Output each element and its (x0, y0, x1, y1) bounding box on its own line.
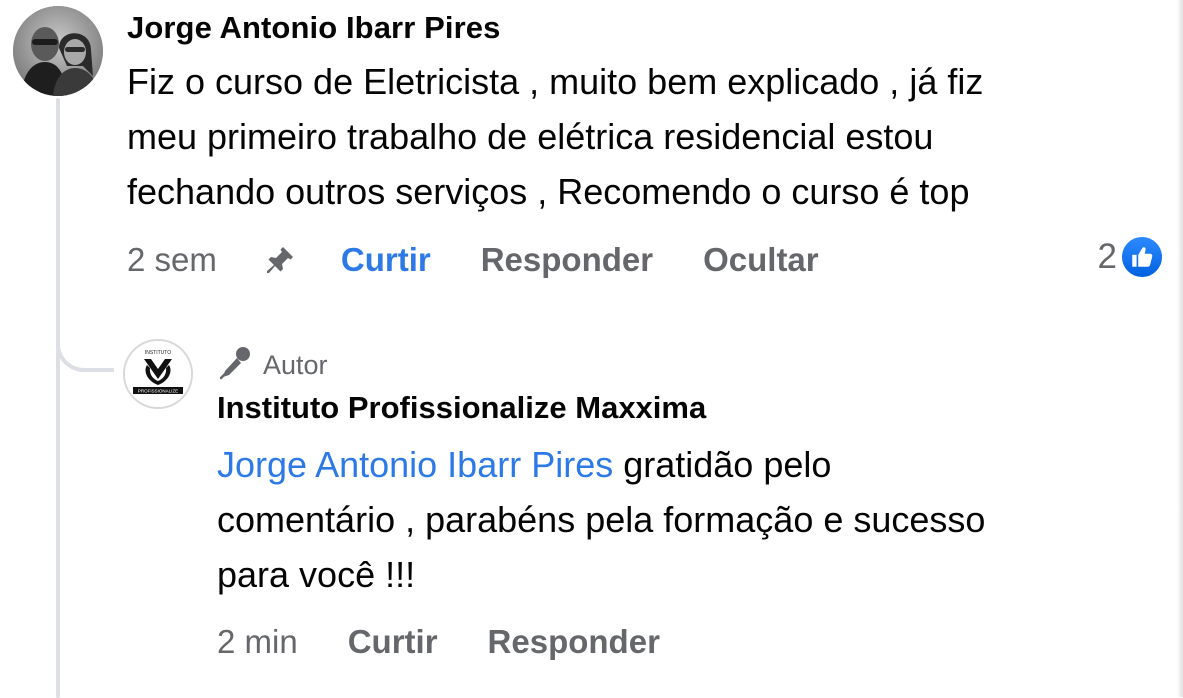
microphone-icon (217, 344, 253, 387)
svg-text:INSTITUTO: INSTITUTO (145, 350, 171, 356)
reply-text-segment: gratidão pelo (613, 444, 832, 485)
comment-author-name[interactable]: Jorge Antonio Ibarr Pires (127, 10, 500, 46)
comment-text-line: fechando outros serviços , Recomendo o c… (127, 171, 970, 212)
comment-text-line: meu primeiro trabalho de elétrica reside… (127, 116, 934, 157)
reply-text-line: Jorge Antonio Ibarr Pires gratidão pelo (217, 437, 1167, 492)
author-badge: Autor (217, 344, 328, 387)
thread-connector-line (56, 98, 60, 698)
like-button[interactable]: Curtir (348, 623, 438, 661)
avatar[interactable] (13, 6, 103, 96)
reply-actions: 2 min Curtir Responder (217, 620, 660, 664)
reply-text: Jorge Antonio Ibarr Pires gratidão pelo … (217, 437, 1167, 602)
svg-text:PROFISSIONALIZE: PROFISSIONALIZE (138, 389, 178, 394)
reply-author-name[interactable]: Instituto Profissionalize Maxxima (217, 390, 706, 426)
author-badge-label: Autor (263, 350, 328, 380)
mention-link[interactable]: Jorge Antonio Ibarr Pires (217, 444, 613, 485)
reply-button[interactable]: Responder (488, 623, 660, 661)
like-icon (1119, 234, 1165, 280)
reply-text-line: comentário , parabéns pela formação e su… (217, 499, 986, 540)
panel-edge (1177, 0, 1183, 697)
reply-timestamp[interactable]: 2 min (217, 623, 298, 661)
hide-button[interactable]: Ocultar (703, 241, 819, 279)
comment-timestamp[interactable]: 2 sem (127, 241, 217, 279)
reaction-count: 2 (1097, 237, 1117, 276)
thread-connector-curve (56, 300, 114, 372)
like-button[interactable]: Curtir (341, 241, 431, 279)
pin-icon (263, 243, 297, 277)
comment-text-line: Fiz o curso de Eletricista , muito bem e… (127, 61, 984, 102)
comment-text: Fiz o curso de Eletricista , muito bem e… (127, 54, 1167, 219)
reaction-summary[interactable]: 2 (1098, 234, 1165, 280)
avatar[interactable]: INSTITUTO PROFISSIONALIZE (123, 339, 193, 409)
reply-text-line: para você !!! (217, 554, 416, 595)
comment-actions: 2 sem Curtir Responder Ocultar (127, 238, 819, 282)
reply-button[interactable]: Responder (481, 241, 653, 279)
